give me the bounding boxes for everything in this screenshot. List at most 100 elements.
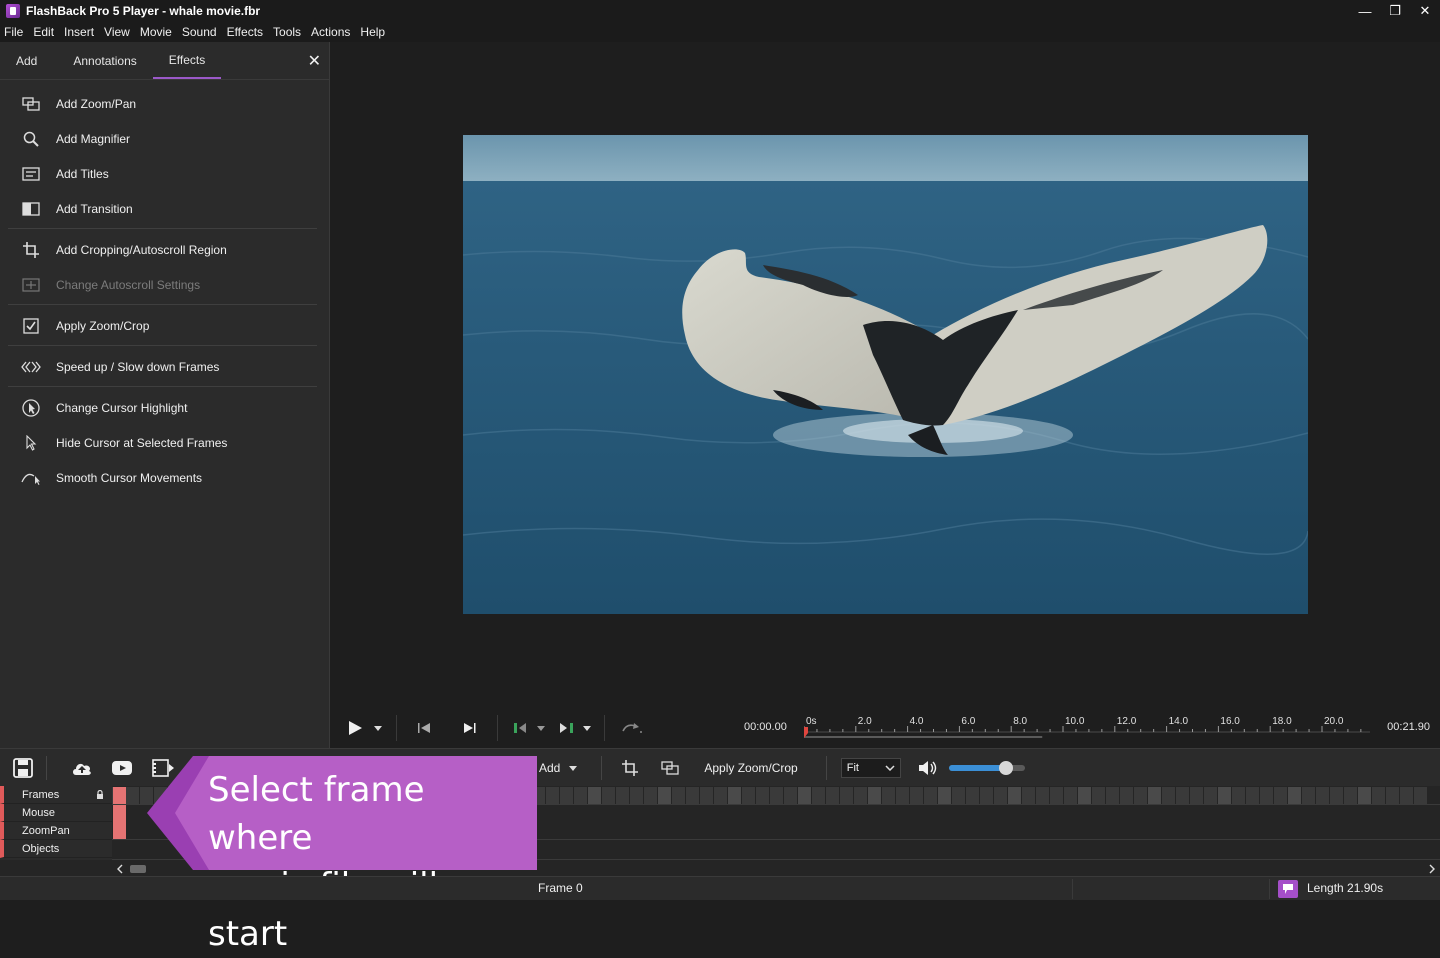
menu-sound[interactable]: Sound: [177, 25, 222, 39]
frame-cell[interactable]: [1092, 787, 1105, 804]
frame-cell[interactable]: [1246, 787, 1259, 804]
menu-help[interactable]: Help: [355, 25, 390, 39]
frame-cell[interactable]: [574, 787, 587, 804]
menu-edit[interactable]: Edit: [28, 25, 59, 39]
frame-cell[interactable]: [1064, 787, 1077, 804]
frame-cell[interactable]: [1260, 787, 1273, 804]
scrollbar-thumb[interactable]: [130, 865, 146, 873]
go-to-start-button[interactable]: [407, 708, 441, 748]
effect-add-titles[interactable]: Add Titles: [0, 156, 329, 191]
track-zoompan[interactable]: ZoomPan: [0, 822, 112, 840]
frame-cell[interactable]: [1050, 787, 1063, 804]
frame-cell[interactable]: [1218, 787, 1231, 804]
menu-effects[interactable]: Effects: [222, 25, 268, 39]
frame-cell[interactable]: [1204, 787, 1217, 804]
frame-cell[interactable]: [1148, 787, 1161, 804]
frame-cell[interactable]: [868, 787, 881, 804]
close-window-button[interactable]: ✕: [1410, 0, 1440, 22]
frame-cell[interactable]: [546, 787, 559, 804]
effect-add-magnifier[interactable]: Add Magnifier: [0, 121, 329, 156]
frame-cell[interactable]: [798, 787, 811, 804]
frame-cell[interactable]: [1008, 787, 1021, 804]
crop-button[interactable]: [612, 753, 648, 783]
effect-add-transition[interactable]: Add Transition: [0, 191, 329, 226]
frame-cell[interactable]: [728, 787, 741, 804]
mark-out-dropdown[interactable]: [580, 708, 594, 748]
timeline-ruler[interactable]: 0s 2.0 4.0 6.0 8.0 10.0 12.0 14.0 16.0 18.0 20.0: [800, 714, 1370, 744]
zoom-fit-select[interactable]: Fit: [840, 758, 901, 778]
frame-cell[interactable]: [756, 787, 769, 804]
track-objects[interactable]: Objects: [0, 840, 112, 858]
frame-cell[interactable]: [938, 787, 951, 804]
frame-cell[interactable]: [966, 787, 979, 804]
frame-cell[interactable]: [826, 787, 839, 804]
effect-apply-zoom-crop[interactable]: Apply Zoom/Crop: [0, 308, 329, 343]
minimize-button[interactable]: —: [1350, 0, 1380, 22]
frame-cell[interactable]: [1274, 787, 1287, 804]
volume-slider[interactable]: [948, 761, 1025, 775]
volume-handle[interactable]: [998, 761, 1013, 775]
frame-cell[interactable]: [560, 787, 573, 804]
frame-cell[interactable]: [1414, 787, 1427, 804]
frame-cell[interactable]: [644, 787, 657, 804]
frame-cell[interactable]: [980, 787, 993, 804]
frame-cell[interactable]: [588, 787, 601, 804]
frame-cell[interactable]: [1022, 787, 1035, 804]
track-mouse[interactable]: Mouse: [0, 804, 112, 822]
frame-cell[interactable]: [882, 787, 895, 804]
frame-cell[interactable]: [1078, 787, 1091, 804]
frame-cell[interactable]: [1358, 787, 1371, 804]
mark-in-button[interactable]: [508, 708, 534, 748]
frame-cell[interactable]: [742, 787, 755, 804]
frame-cell[interactable]: [1372, 787, 1385, 804]
frame-cell[interactable]: [686, 787, 699, 804]
selected-frame-marker[interactable]: [113, 787, 126, 804]
add-menu-button[interactable]: Add: [539, 761, 560, 775]
save-button[interactable]: [0, 753, 46, 783]
frame-cell[interactable]: [602, 787, 615, 804]
frame-cell[interactable]: [1400, 787, 1413, 804]
frame-cell[interactable]: [630, 787, 643, 804]
menu-tools[interactable]: Tools: [268, 25, 306, 39]
tab-effects[interactable]: Effects: [152, 43, 222, 79]
effect-smooth-cursor[interactable]: Smooth Cursor Movements: [0, 460, 329, 495]
menu-file[interactable]: File: [0, 25, 28, 39]
frame-cell[interactable]: [1344, 787, 1357, 804]
frame-cell[interactable]: [854, 787, 867, 804]
volume-button[interactable]: [913, 753, 943, 783]
play-options-dropdown[interactable]: [370, 708, 386, 748]
upload-button[interactable]: [57, 753, 107, 783]
frame-cell[interactable]: [952, 787, 965, 804]
frame-cell[interactable]: [658, 787, 671, 804]
frame-cell[interactable]: [126, 787, 139, 804]
mark-in-dropdown[interactable]: [534, 708, 548, 748]
play-button[interactable]: [340, 708, 370, 748]
effect-hide-cursor[interactable]: Hide Cursor at Selected Frames: [0, 425, 329, 460]
lock-icon[interactable]: [96, 789, 104, 802]
frame-cell[interactable]: [812, 787, 825, 804]
apply-zoom-crop-button[interactable]: Apply Zoom/Crop: [704, 761, 797, 775]
tab-add[interactable]: Add: [0, 43, 57, 79]
menu-insert[interactable]: Insert: [59, 25, 99, 39]
frame-cell[interactable]: [1288, 787, 1301, 804]
effect-add-zoom-pan[interactable]: Add Zoom/Pan: [0, 86, 329, 121]
frame-cell[interactable]: [784, 787, 797, 804]
youtube-button[interactable]: [107, 753, 137, 783]
frame-cell[interactable]: [616, 787, 629, 804]
frame-cell[interactable]: [1036, 787, 1049, 804]
frame-cell[interactable]: [700, 787, 713, 804]
menu-actions[interactable]: Actions: [306, 25, 355, 39]
tab-annotations[interactable]: Annotations: [57, 43, 152, 79]
menu-view[interactable]: View: [99, 25, 135, 39]
frame-cell[interactable]: [1302, 787, 1315, 804]
frame-cell[interactable]: [1106, 787, 1119, 804]
frame-cell[interactable]: [924, 787, 937, 804]
frame-cell[interactable]: [1386, 787, 1399, 804]
frame-cell[interactable]: [770, 787, 783, 804]
frame-cell[interactable]: [1316, 787, 1329, 804]
close-panel-icon[interactable]: ✕: [308, 54, 321, 70]
frame-cell[interactable]: [1330, 787, 1343, 804]
maximize-button[interactable]: ❐: [1380, 0, 1410, 22]
video-frame-whale-tail[interactable]: [463, 135, 1308, 614]
frame-cell[interactable]: [1176, 787, 1189, 804]
